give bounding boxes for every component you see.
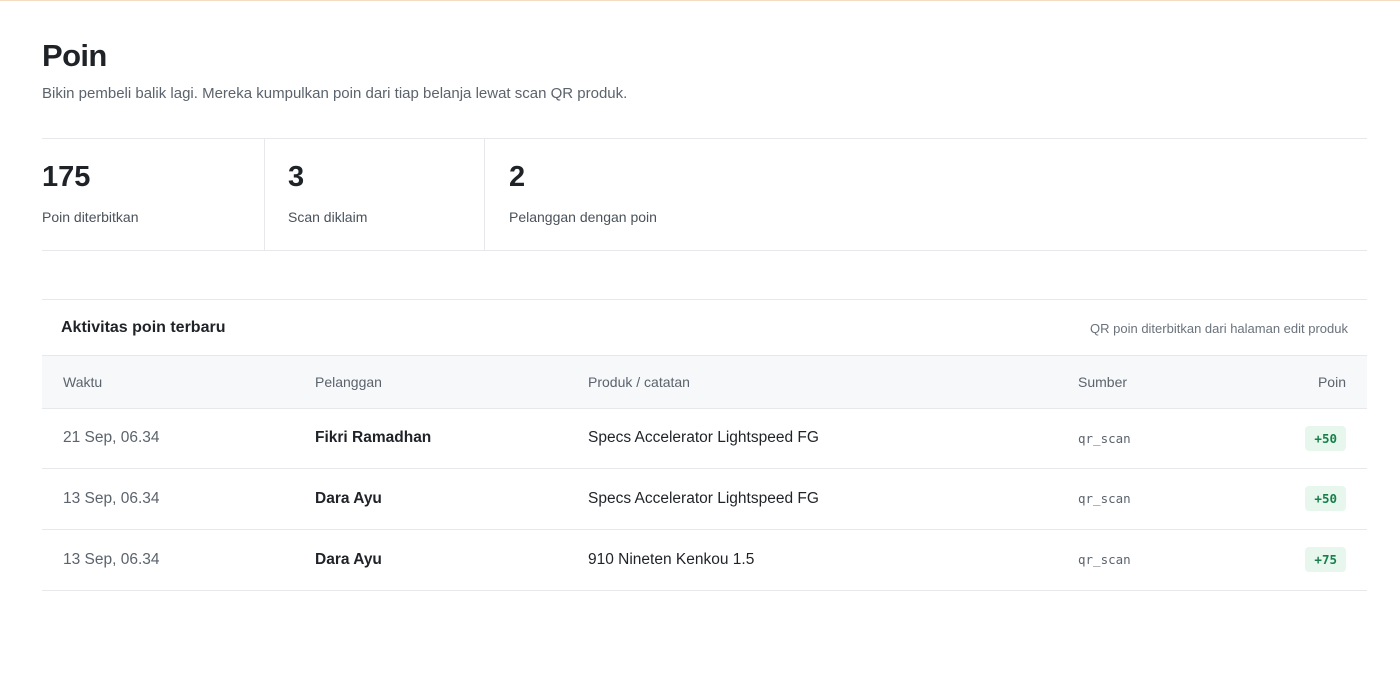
column-header-source: Sumber [1078, 356, 1278, 409]
stat-scans-claimed: 3 Scan diklaim [264, 139, 484, 250]
table-header-row: Waktu Pelanggan Produk / catatan Sumber … [42, 356, 1367, 409]
stat-label: Pelanggan dengan poin [509, 209, 657, 225]
cell-customer: Fikri Ramadhan [315, 429, 432, 447]
page-subtitle: Bikin pembeli balik lagi. Mereka kumpulk… [42, 85, 628, 102]
cell-points: +50 [1278, 408, 1367, 469]
stat-customers-with-points: 2 Pelanggan dengan poin [484, 139, 1367, 250]
page-title: Poin [42, 38, 107, 73]
table-row: 13 Sep, 06.34 Dara Ayu 910 Nineten Kenko… [42, 528, 1367, 590]
activity-card-header: Aktivitas poin terbaru QR poin diterbitk… [42, 300, 1367, 356]
stat-value: 3 [288, 161, 305, 193]
cell-customer: Dara Ayu [315, 528, 588, 590]
activity-card: Aktivitas poin terbaru QR poin diterbitk… [42, 299, 1367, 591]
cell-source: qr_scan [1078, 528, 1278, 590]
cell-customer: Dara Ayu [315, 468, 588, 529]
stat-label: Poin diterbitkan [42, 209, 139, 225]
top-accent-line [0, 0, 1400, 1]
cell-product: Specs Accelerator Lightspeed FG [588, 429, 819, 447]
activity-title: Aktivitas poin terbaru [61, 319, 226, 336]
stats-summary: 175 Poin diterbitkan 3 Scan diklaim 2 Pe… [42, 138, 1367, 251]
cell-points: +50 [1278, 468, 1367, 529]
points-badge: +50 [1305, 486, 1346, 512]
cell-points: +75 [1278, 528, 1367, 590]
column-header-points: Poin [1278, 356, 1367, 409]
column-header-product: Produk / catatan [588, 356, 1078, 409]
column-header-time: Waktu [42, 356, 315, 409]
cell-source: qr_scan [1078, 468, 1278, 529]
points-badge: +50 [1305, 425, 1346, 451]
points-badge: +75 [1305, 547, 1346, 572]
cell-source: qr_scan [1078, 430, 1131, 446]
stat-value: 2 [509, 161, 526, 193]
cell-product: Specs Accelerator Lightspeed FG [588, 468, 1078, 529]
cell-time: 21 Sep, 06.34 [63, 429, 160, 447]
stat-points-issued: 175 Poin diterbitkan [42, 139, 264, 250]
table-row: 13 Sep, 06.34 Dara Ayu Specs Accelerator… [42, 468, 1367, 529]
cell-time: 13 Sep, 06.34 [42, 468, 315, 529]
cell-product: 910 Nineten Kenkou 1.5 [588, 528, 1078, 590]
activity-table: Waktu Pelanggan Produk / catatan Sumber … [42, 356, 1367, 590]
column-header-customer: Pelanggan [315, 356, 588, 409]
cell-time: 13 Sep, 06.34 [42, 528, 315, 590]
stat-label: Scan diklaim [288, 209, 368, 225]
table-row: 21 Sep, 06.34 Fikri Ramadhan Specs Accel… [42, 408, 1367, 469]
stat-value: 175 [42, 161, 91, 193]
activity-note: QR poin diterbitkan dari halaman edit pr… [1090, 321, 1348, 336]
